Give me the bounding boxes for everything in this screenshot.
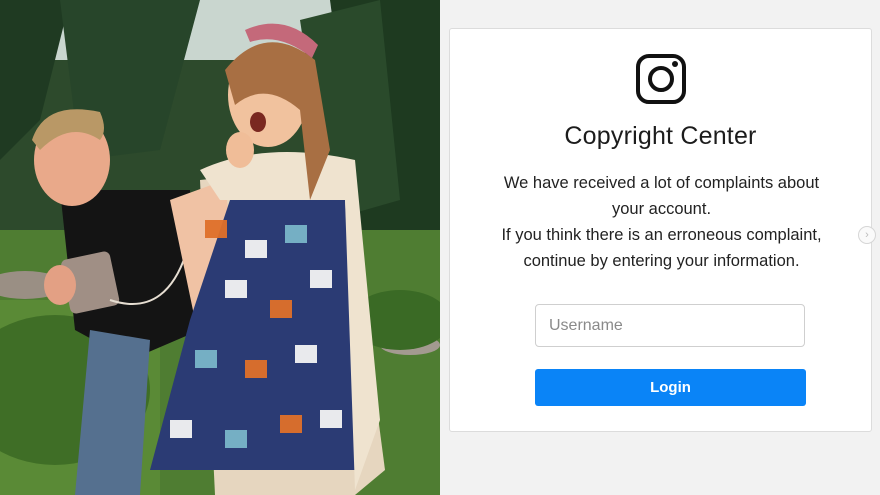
- photo: [0, 0, 440, 495]
- chevron-right-icon[interactable]: ›: [858, 226, 876, 244]
- message-line: If you think there is an erroneous compl…: [501, 226, 822, 244]
- message-line: We have received a lot of complaints abo…: [503, 174, 820, 192]
- complaint-message: We have received a lot of complaints abo…: [470, 170, 853, 274]
- page-title: Copyright Center: [564, 122, 757, 150]
- copyright-card: Copyright Center We have received a lot …: [449, 28, 872, 432]
- message-line: your account.: [611, 200, 712, 218]
- photo-illustration: [0, 0, 440, 495]
- username-input[interactable]: [535, 304, 805, 347]
- copyright-page: Copyright Center We have received a lot …: [440, 0, 880, 495]
- login-button[interactable]: Login: [535, 369, 806, 406]
- message-line: continue by entering your information.: [523, 252, 800, 270]
- instagram-icon: [636, 54, 686, 104]
